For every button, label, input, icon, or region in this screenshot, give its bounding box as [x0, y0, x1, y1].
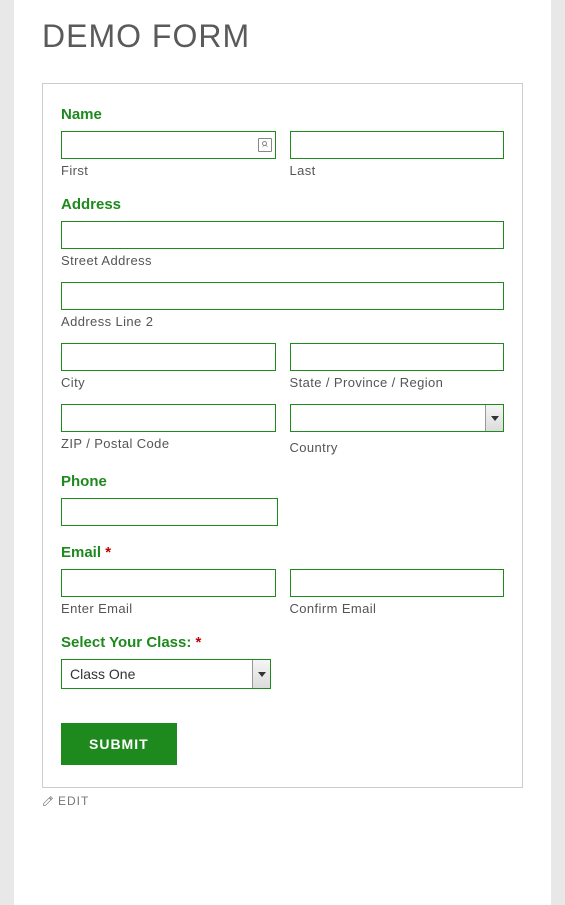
- edit-link[interactable]: EDIT: [42, 794, 523, 808]
- street-address-input[interactable]: [61, 221, 504, 249]
- section-email-label: Email *: [61, 544, 504, 561]
- city-input[interactable]: [61, 343, 276, 371]
- last-name-input[interactable]: [290, 131, 505, 159]
- state-input[interactable]: [290, 343, 505, 371]
- email-required-mark: *: [105, 544, 111, 561]
- section-phone-label: Phone: [61, 473, 504, 490]
- chevron-down-icon: [485, 405, 503, 431]
- street-address-sublabel: Street Address: [61, 253, 504, 268]
- chevron-down-icon: [252, 660, 270, 688]
- address-line2-sublabel: Address Line 2: [61, 314, 504, 329]
- phone-input[interactable]: [61, 498, 278, 526]
- confirm-email-sublabel: Confirm Email: [290, 601, 505, 616]
- zip-input[interactable]: [61, 404, 276, 432]
- class-select-value: Class One: [70, 666, 135, 682]
- class-required-mark: *: [196, 634, 202, 651]
- form-card: Name First Last Address Street Address A…: [42, 83, 523, 788]
- submit-button[interactable]: SUBMIT: [61, 723, 177, 765]
- country-sublabel: Country: [290, 440, 505, 455]
- confirm-email-input[interactable]: [290, 569, 505, 597]
- email-label-text: Email: [61, 544, 101, 561]
- enter-email-input[interactable]: [61, 569, 276, 597]
- enter-email-sublabel: Enter Email: [61, 601, 276, 616]
- first-name-input[interactable]: [61, 131, 276, 159]
- contact-icon: [258, 138, 272, 152]
- page-title: DEMO FORM: [42, 18, 523, 55]
- address-line2-input[interactable]: [61, 282, 504, 310]
- zip-sublabel: ZIP / Postal Code: [61, 436, 276, 451]
- section-address-label: Address: [61, 196, 504, 213]
- edit-label: EDIT: [58, 794, 89, 808]
- country-select[interactable]: [290, 404, 505, 432]
- last-name-sublabel: Last: [290, 163, 505, 178]
- city-sublabel: City: [61, 375, 276, 390]
- class-label-text: Select Your Class:: [61, 634, 191, 651]
- first-name-sublabel: First: [61, 163, 276, 178]
- class-select[interactable]: Class One: [61, 659, 271, 689]
- state-sublabel: State / Province / Region: [290, 375, 505, 390]
- section-class-label: Select Your Class: *: [61, 634, 504, 651]
- pencil-icon: [42, 795, 54, 807]
- section-name-label: Name: [61, 106, 504, 123]
